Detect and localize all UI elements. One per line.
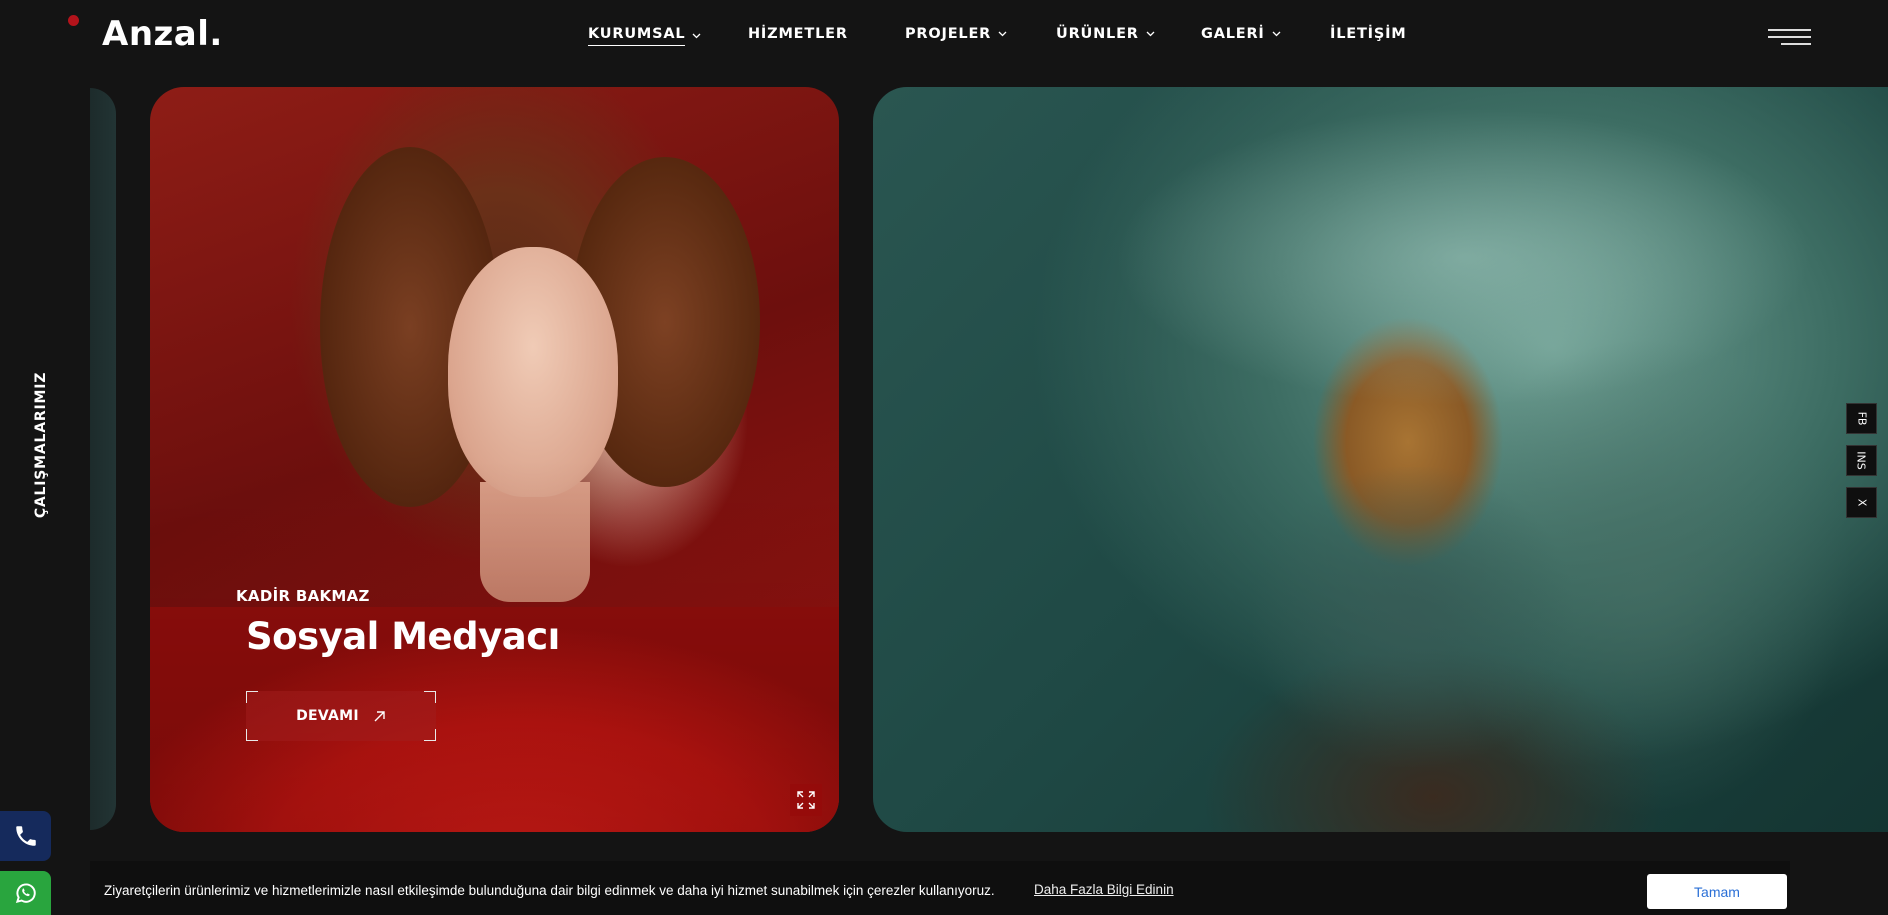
slide-title: Sosyal Medyacı — [246, 615, 560, 658]
nav-item-hizmetler[interactable]: HİZMETLER — [748, 26, 848, 42]
corner-bracket — [424, 729, 436, 741]
corner-bracket — [246, 691, 258, 703]
instagram-link[interactable]: INS — [1846, 445, 1877, 476]
slide-image-part — [1253, 467, 1573, 767]
phone-call-button[interactable] — [0, 811, 51, 861]
slide-card-1[interactable]: KADİR BAKMAZ Sosyal Medyacı DEVAMI — [150, 87, 839, 832]
chevron-down-icon — [1146, 31, 1155, 37]
hamburger-line — [1768, 36, 1811, 38]
hamburger-line — [1781, 43, 1811, 45]
corner-bracket — [424, 691, 436, 703]
section-label-vertical: ÇALIŞMALARIMIZ — [33, 371, 49, 519]
nav-item-iletisim[interactable]: İLETİŞİM — [1330, 26, 1407, 42]
nav-item-projeler[interactable]: PROJELER — [905, 26, 1007, 42]
nav-item-urunler[interactable]: ÜRÜNLER — [1056, 26, 1155, 42]
cookie-accept-button[interactable]: Tamam — [1647, 874, 1787, 909]
read-more-button[interactable]: DEVAMI — [246, 691, 436, 741]
nav-item-label: KURUMSAL — [588, 26, 686, 46]
nav-item-label: PROJELER — [905, 26, 992, 42]
slide-card-2[interactable] — [873, 87, 1888, 832]
x-link[interactable]: X — [1846, 487, 1877, 518]
chevron-down-icon — [1272, 31, 1281, 37]
chevron-down-icon — [998, 31, 1007, 37]
nav-item-label: ÜRÜNLER — [1056, 26, 1139, 42]
whatsapp-icon — [15, 883, 36, 904]
logo[interactable]: Anzal. — [102, 14, 223, 54]
facebook-link[interactable]: FB — [1846, 403, 1877, 434]
cookie-banner: Ziyaretçilerin ürünlerimiz ve hizmetleri… — [90, 861, 1790, 915]
chevron-down-icon — [692, 33, 701, 39]
corner-bracket — [246, 729, 258, 741]
menu-toggle-button[interactable] — [1768, 29, 1811, 47]
phone-icon — [15, 826, 36, 846]
hamburger-line — [1768, 29, 1811, 31]
brand-dot — [68, 15, 79, 26]
cookie-message: Ziyaretçilerin ürünlerimiz ve hizmetleri… — [104, 883, 995, 898]
nav-item-kurumsal[interactable]: KURUMSAL — [588, 26, 701, 46]
read-more-label: DEVAMI — [296, 708, 359, 724]
nav-item-label: HİZMETLER — [748, 26, 848, 42]
previous-slide-peek[interactable] — [90, 88, 116, 830]
nav-item-galeri[interactable]: GALERİ — [1201, 26, 1281, 42]
whatsapp-button[interactable] — [0, 871, 51, 915]
nav-item-label: GALERİ — [1201, 26, 1265, 42]
expand-icon[interactable] — [790, 784, 822, 816]
cookie-more-info-link[interactable]: Daha Fazla Bilgi Edinin — [1034, 882, 1174, 897]
arrow-up-right-icon — [374, 710, 385, 721]
slide-person-name: KADİR BAKMAZ — [236, 587, 370, 605]
nav-item-label: İLETİŞİM — [1330, 26, 1407, 42]
